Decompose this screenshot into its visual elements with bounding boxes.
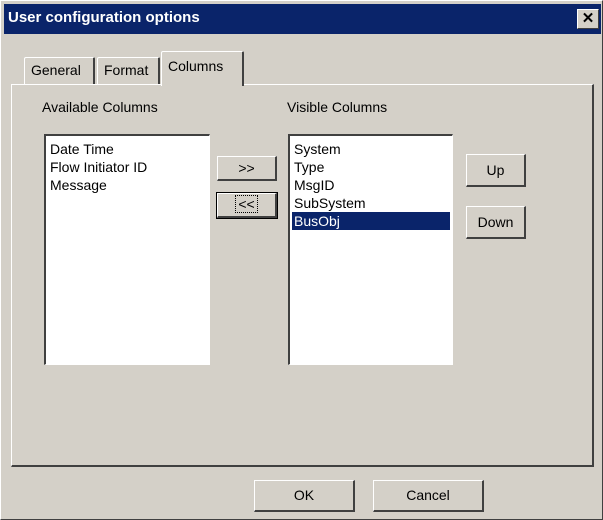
dialog-window: User configuration options ✕ General For…	[0, 0, 603, 520]
tab-general[interactable]: General	[24, 57, 95, 84]
add-column-button[interactable]: >>	[217, 156, 277, 181]
list-item-subsystem[interactable]: SubSystem	[292, 194, 450, 212]
list-item-msgid[interactable]: MsgID	[292, 176, 450, 194]
window-title: User configuration options	[8, 9, 200, 26]
list-item-type[interactable]: Type	[292, 158, 450, 176]
tab-columns[interactable]: Columns	[161, 51, 244, 86]
cancel-button[interactable]: Cancel	[373, 480, 484, 512]
list-item-flow-initiator-id[interactable]: Flow Initiator ID	[48, 158, 207, 176]
list-item-system[interactable]: System	[292, 140, 450, 158]
list-item-busobj[interactable]: BusObj	[292, 212, 450, 230]
visible-columns-list[interactable]: System Type MsgID SubSystem BusObj	[288, 134, 453, 365]
move-down-button[interactable]: Down	[466, 206, 526, 239]
ok-button[interactable]: OK	[254, 480, 355, 512]
remove-column-label: <<	[235, 195, 258, 213]
tab-format[interactable]: Format	[97, 57, 160, 84]
move-up-button[interactable]: Up	[466, 154, 526, 187]
remove-column-button[interactable]: <<	[216, 192, 278, 219]
list-item-message[interactable]: Message	[48, 176, 207, 194]
list-item-date-time[interactable]: Date Time	[48, 140, 207, 158]
available-columns-list[interactable]: Date Time Flow Initiator ID Message	[44, 134, 210, 365]
visible-columns-label: Visible Columns	[287, 99, 388, 115]
title-bar[interactable]: User configuration options ✕	[4, 4, 601, 34]
available-columns-label: Available Columns	[42, 99, 158, 115]
close-icon[interactable]: ✕	[577, 9, 599, 29]
